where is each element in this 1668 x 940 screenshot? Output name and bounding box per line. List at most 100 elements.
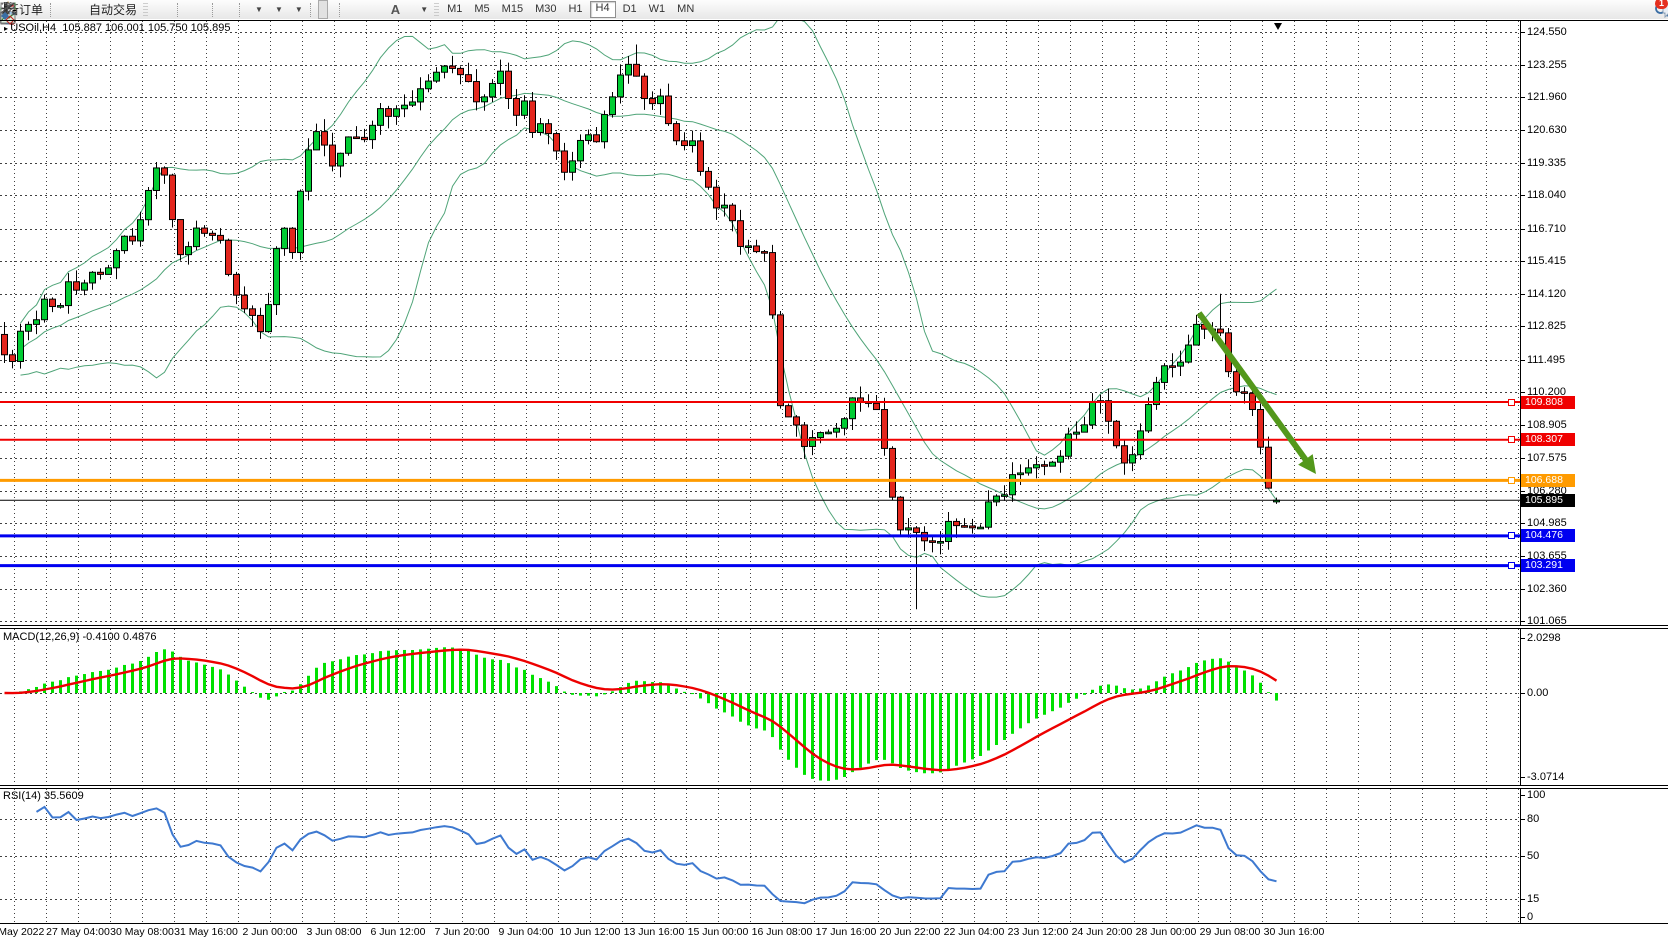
signals-icon[interactable] [74, 1, 82, 18]
tab-timeframe-m1[interactable]: M1 [442, 2, 467, 17]
crosshair-icon[interactable] [328, 1, 336, 18]
price-axis-label: 112.825 [1527, 320, 1566, 332]
price-level-tag[interactable]: 109.808 [1521, 396, 1575, 409]
rsi-name: RSI(14) [3, 790, 41, 802]
macd-label: MACD(12,26,9) -0.4100 0.4876 [3, 631, 157, 643]
fibonacci-icon[interactable]: F [379, 1, 387, 18]
candles-chart-icon[interactable] [158, 1, 166, 18]
rsi-axis-label: 50 [1527, 850, 1539, 862]
axis-tick [1520, 819, 1525, 820]
toolbar-separator [339, 3, 344, 17]
axis-tick [1520, 693, 1525, 694]
shapes-button[interactable]: ▼ [412, 1, 432, 18]
axis-tick [1520, 425, 1525, 426]
toolbar-separator [239, 3, 244, 17]
tab-timeframe-m15[interactable]: M15 [497, 2, 528, 17]
axis-tick [1520, 130, 1525, 131]
text-icon[interactable]: A [387, 1, 404, 18]
price-axis-label: 101.065 [1527, 615, 1567, 627]
axis-tick [1520, 163, 1525, 164]
label-icon[interactable]: T [404, 1, 412, 18]
price-axis-label: 107.575 [1527, 452, 1567, 464]
chevron-down-icon: ▼ [255, 5, 263, 14]
tile-windows-icon[interactable] [201, 1, 209, 18]
zoom-in-icon[interactable] [185, 1, 193, 18]
axis-tick [1520, 621, 1525, 622]
template-button[interactable]: ▼ [287, 1, 307, 18]
axis-tick [1520, 917, 1525, 918]
rsi-value: 35.5609 [44, 790, 84, 802]
hline-icon[interactable] [355, 1, 363, 18]
tab-timeframe-h4[interactable]: H4 [590, 1, 616, 18]
price-axis-label: 111.495 [1527, 354, 1565, 366]
profiles-icon[interactable] [66, 1, 74, 18]
rsi-axis-label: 0 [1527, 911, 1533, 923]
axis-tick [1520, 326, 1525, 327]
axis-tick [1520, 65, 1525, 66]
channel-icon[interactable]: E [371, 1, 379, 18]
axis-tick [1520, 491, 1525, 492]
price-level-tag[interactable]: 104.476 [1521, 529, 1575, 542]
toolbar-separator [50, 3, 55, 17]
price-axis-label: 119.335 [1527, 157, 1566, 169]
rsi-indicator-panel[interactable] [0, 789, 1520, 923]
macd-axis-label: 0.00 [1527, 687, 1548, 699]
market-icon[interactable] [58, 1, 66, 18]
axis-tick [1520, 195, 1525, 196]
symbol-period: USOil,H4 [10, 22, 56, 34]
tab-timeframe-w1[interactable]: W1 [644, 2, 671, 17]
axis-tick [1520, 795, 1525, 796]
tab-timeframe-h1[interactable]: H1 [563, 2, 587, 17]
tab-timeframe-m5[interactable]: M5 [469, 2, 494, 17]
tab-timeframe-mn[interactable]: MN [672, 2, 699, 17]
macd-indicator-panel[interactable] [0, 629, 1520, 785]
hline-handle[interactable] [1508, 399, 1515, 406]
axis-tick [1520, 523, 1525, 524]
add-indicator-button[interactable]: ▼ [247, 1, 267, 18]
axis-tick [1520, 589, 1525, 590]
indicators-icon[interactable] [220, 1, 228, 18]
hline-handle[interactable] [1508, 436, 1515, 443]
price-level-tag[interactable]: 108.307 [1521, 433, 1575, 446]
current-price-tag[interactable]: 105.895 [1521, 494, 1575, 507]
line-chart-icon[interactable] [166, 1, 174, 18]
autotrade-button[interactable]: 自动交易 [82, 1, 141, 18]
hline-handle[interactable] [1508, 477, 1515, 484]
hline-handle[interactable] [1508, 532, 1515, 539]
axis-tick [1520, 360, 1525, 361]
price-level-tag[interactable]: 103.291 [1521, 559, 1575, 572]
axis-tick [1520, 32, 1525, 33]
rsi-axis-label: 15 [1527, 893, 1539, 905]
period-button[interactable]: ▼ [267, 1, 287, 18]
chevron-down-icon: ▼ [275, 5, 283, 14]
price-axis-label: 123.255 [1527, 59, 1567, 71]
autotrade-label: 自动交易 [89, 1, 137, 18]
trendline-icon[interactable] [363, 1, 371, 18]
price-axis-label: 120.630 [1527, 124, 1567, 136]
notification-badge: 1 [1655, 0, 1668, 9]
cursor-icon[interactable] [318, 0, 328, 19]
price-level-tag[interactable]: 106.688 [1521, 474, 1575, 487]
macd-values: -0.4100 0.4876 [82, 631, 156, 643]
time-axis-label: 30 Jun 16:00 [1252, 926, 1336, 938]
toolbar-separator [212, 3, 217, 17]
trading-platform-window: 新订单 自动交易 ▼ ▼ ▼ E F A T ▼ [0, 0, 1668, 940]
axis-tick [1520, 294, 1525, 295]
axis-tick [1520, 261, 1525, 262]
toolbar-separator [177, 3, 182, 17]
hline-handle[interactable] [1508, 562, 1515, 569]
toolbar-separator [310, 3, 315, 17]
price-axis-label: 102.360 [1527, 583, 1567, 595]
axis-tick [1520, 97, 1525, 98]
vline-icon[interactable] [347, 1, 355, 18]
toolbar-grip [434, 3, 439, 17]
zoom-out-icon[interactable] [193, 1, 201, 18]
price-axis-label: 124.550 [1527, 26, 1567, 38]
main-price-chart[interactable] [0, 21, 1520, 625]
objects-icon[interactable] [228, 1, 236, 18]
bars-chart-icon[interactable] [150, 1, 158, 18]
tab-timeframe-d1[interactable]: D1 [618, 2, 642, 17]
axis-tick [1520, 392, 1525, 393]
tab-timeframe-m30[interactable]: M30 [530, 2, 561, 17]
price-axis-label: 121.960 [1527, 91, 1567, 103]
